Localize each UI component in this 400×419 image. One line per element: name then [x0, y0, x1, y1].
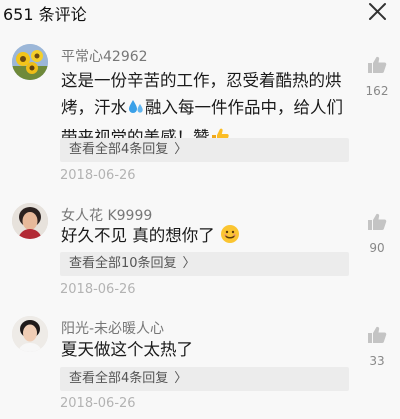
girl-avatar-image	[12, 316, 48, 352]
comment-text: 好久不见 真的想你了	[61, 222, 351, 252]
comment-username[interactable]: 阳光-未必暖人心	[61, 318, 164, 338]
sweat-droplets-emoji	[127, 97, 145, 124]
view-replies-button[interactable]: 查看全部4条回复〉	[60, 138, 349, 162]
thumbs-up-icon	[368, 56, 387, 73]
chevron-right-icon: 〉	[182, 256, 196, 271]
thumbs-up-icon	[368, 213, 387, 230]
comment-count-title: 651 条评论	[3, 5, 87, 24]
view-replies-button[interactable]: 查看全部10条回复〉	[60, 252, 349, 276]
like-count: 33	[369, 354, 385, 368]
like-button[interactable]: 162	[360, 56, 394, 98]
sunflower-avatar-image	[12, 44, 48, 80]
like-button[interactable]: 90	[360, 213, 394, 255]
comment-date: 2018-06-26	[60, 168, 136, 183]
like-count: 90	[369, 241, 385, 255]
avatar[interactable]	[12, 203, 48, 239]
chevron-right-icon: 〉	[174, 371, 188, 386]
like-count: 162	[365, 84, 389, 98]
avatar[interactable]	[12, 316, 48, 352]
comments-header: 651 条评论	[0, 0, 400, 26]
close-button[interactable]	[365, 0, 389, 24]
smiling-face-emoji	[220, 224, 240, 252]
woman-avatar-image	[12, 203, 48, 239]
comment-date: 2018-06-26	[60, 396, 136, 411]
view-replies-button[interactable]: 查看全部4条回复〉	[60, 367, 349, 391]
like-button[interactable]: 33	[360, 326, 394, 368]
avatar[interactable]	[12, 44, 48, 80]
close-icon	[369, 3, 386, 20]
thumbs-up-icon	[368, 326, 387, 343]
chevron-right-icon: 〉	[174, 142, 188, 157]
comment-username[interactable]: 平常心42962	[61, 46, 148, 66]
comment-date: 2018-06-26	[60, 282, 136, 297]
comment-text: 夏天做这个太热了	[61, 340, 193, 359]
